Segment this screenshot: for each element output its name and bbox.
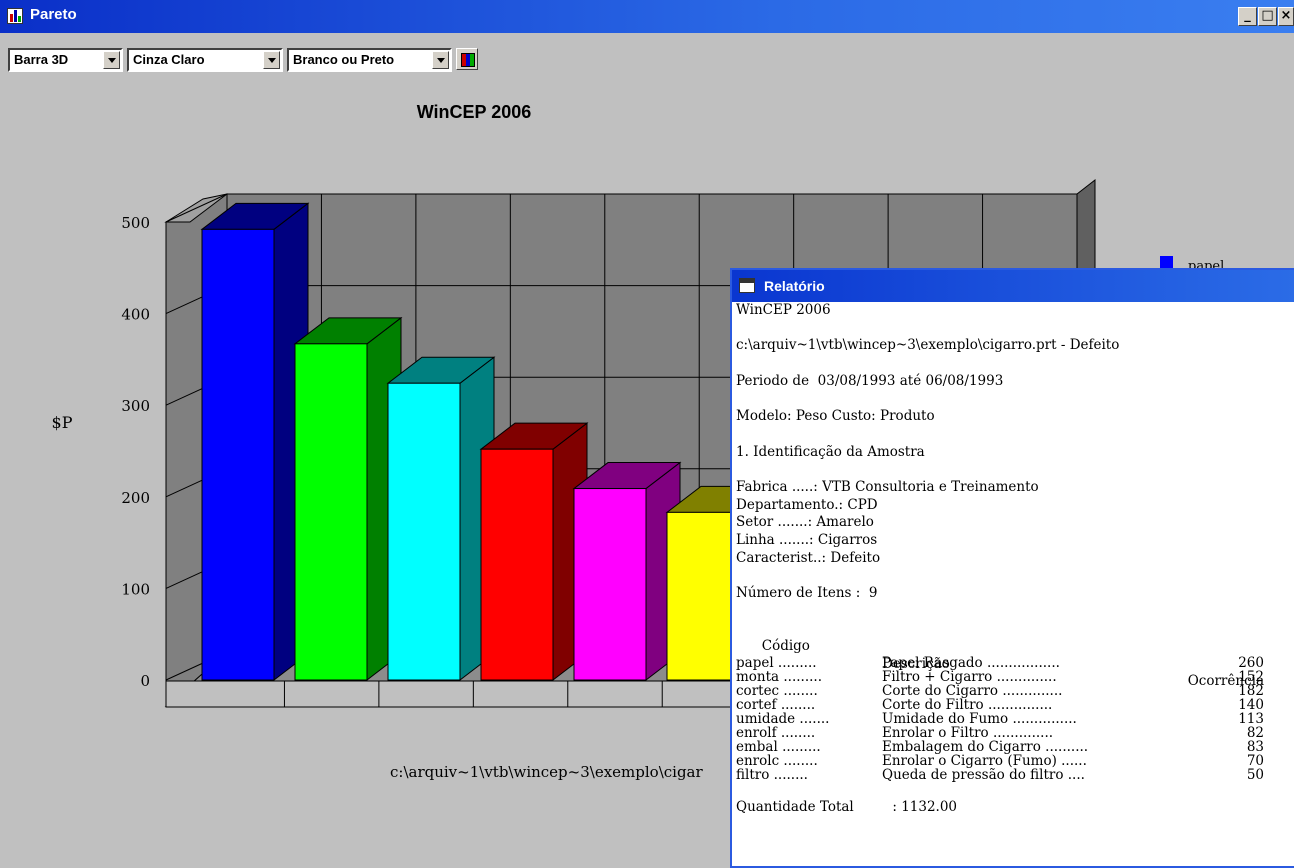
table-row: enrolc ........ Enrolar o Cigarro (Fumo) … <box>736 754 1294 768</box>
y-tick-label: 400 <box>121 306 150 324</box>
window-icon <box>739 278 755 293</box>
report-window: Relatório WinCEP 2006 c:\arquiv~1\vtb\wi… <box>730 268 1294 868</box>
table-row: umidade ....... Umidade do Fumo .........… <box>736 712 1294 726</box>
table-row: enrolf ........ Enrolar o Filtro ........… <box>736 726 1294 740</box>
row-desc: Papel Rasgado ................. <box>882 654 1060 671</box>
report-header: WinCEP 2006 <box>736 302 831 318</box>
chart-title: WinCEP 2006 <box>417 102 532 122</box>
row-desc: Filtro + Cigarro .............. <box>882 668 1057 685</box>
table-header: Código Descrição Ocorrência <box>736 620 1294 689</box>
row-desc: Umidade do Fumo ............... <box>882 710 1077 727</box>
row-value: 152 <box>1238 668 1264 685</box>
bar-front <box>666 511 740 681</box>
row-code: filtro ........ <box>736 766 808 783</box>
row-value: 50 <box>1246 766 1264 783</box>
bar-monta <box>386 356 496 682</box>
row-value: 113 <box>1238 710 1264 727</box>
table-row: embal ......... Embalagem do Cigarro ....… <box>736 740 1294 754</box>
table-row: monta ......... Filtro + Cigarro ........… <box>736 670 1294 684</box>
report-period: Periodo de 03/08/1993 até 06/08/1993 <box>736 372 1004 389</box>
report-model: Modelo: Peso Custo: Produto <box>736 408 935 425</box>
y-tick-label: 300 <box>121 397 150 415</box>
y-axis-label: $P <box>52 413 73 432</box>
bar-cortec <box>293 316 403 682</box>
row-value: 82 <box>1246 724 1264 741</box>
header-code: Código <box>761 638 810 655</box>
bar-front <box>387 382 461 681</box>
y-tick-label: 200 <box>121 489 150 507</box>
info-line: Setor .......: Amarelo <box>736 514 874 531</box>
bar-umidade <box>572 461 682 682</box>
row-value: 70 <box>1246 752 1264 769</box>
bar-papel <box>200 202 310 682</box>
bar-cortef <box>479 422 589 682</box>
info-line: Linha .......: Cigarros <box>736 531 878 548</box>
report-title: Relatório <box>764 278 825 294</box>
table-row: papel ......... Papel Rasgado ...........… <box>736 656 1294 670</box>
num-items: Número de Itens : 9 <box>736 585 878 601</box>
y-tick-label: 100 <box>121 580 150 598</box>
bar-front <box>573 488 647 681</box>
info-line: Fabrica .....: VTB Consultoria e Treinam… <box>736 478 1039 495</box>
bar-front <box>294 343 368 681</box>
row-value: 83 <box>1246 738 1264 755</box>
row-value: 182 <box>1238 682 1264 699</box>
y-axis: 0 100 200 300 400 500 <box>121 214 150 690</box>
x-axis-label: c:\arquiv~1\vtb\wincep~3\exemplo\cigar <box>390 763 703 781</box>
info-line: Caracterist..: Defeito <box>736 549 881 566</box>
row-desc: Corte do Filtro ............... <box>882 696 1053 713</box>
table-row: cortef ........ Corte do Filtro .........… <box>736 698 1294 712</box>
report-body: WinCEP 2006 c:\arquiv~1\vtb\wincep~3\exe… <box>732 302 1294 817</box>
row-value: 140 <box>1238 696 1264 713</box>
row-value: 260 <box>1238 654 1264 671</box>
y-tick-label: 0 <box>140 672 150 690</box>
bar-front <box>480 448 554 681</box>
report-section: 1. Identificação da Amostra <box>736 443 925 460</box>
bar-front <box>201 228 275 681</box>
table-row: cortec ........ Corte do Cigarro ........… <box>736 684 1294 698</box>
y-tick-label: 500 <box>121 214 150 232</box>
table-row: filtro ........ Queda de pressão do filtr… <box>736 768 1294 782</box>
row-desc: Embalagem do Cigarro .......... <box>882 738 1089 755</box>
row-desc: Enrolar o Filtro .............. <box>882 724 1054 741</box>
row-desc: Queda de pressão do filtro .... <box>882 766 1085 783</box>
row-desc: Corte do Cigarro .............. <box>882 682 1063 699</box>
report-file: c:\arquiv~1\vtb\wincep~3\exemplo\cigarro… <box>736 337 1120 354</box>
report-titlebar: Relatório <box>732 270 1294 302</box>
report-rows: papel ......... Papel Rasgado ...........… <box>736 656 1294 782</box>
report-total: Quantidade Total : 1132.00 <box>736 799 958 816</box>
row-desc: Enrolar o Cigarro (Fumo) ...... <box>882 752 1087 769</box>
info-line: Departamento.: CPD <box>736 496 878 513</box>
